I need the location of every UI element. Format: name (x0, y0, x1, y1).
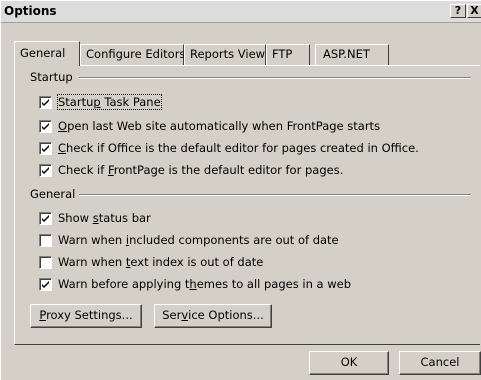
checkbox-box[interactable] (39, 278, 52, 291)
checkbox-box[interactable] (39, 212, 52, 225)
proxy-settings-button[interactable]: Proxy Settings... (30, 304, 142, 328)
checkbox-label: Check if FrontPage is the default editor… (58, 163, 344, 177)
checkbox-label: Warn when included components are out of… (58, 233, 339, 247)
close-button[interactable]: X (467, 4, 481, 18)
check-icon (42, 215, 49, 222)
tab-label: FTP (272, 47, 293, 61)
close-icon: X (470, 4, 479, 17)
tab-configure-editors[interactable]: Configure Editors (80, 44, 186, 65)
checkbox-label: Warn before applying themes to all pages… (58, 277, 352, 291)
check-icon (42, 99, 49, 106)
checkbox-box[interactable] (39, 142, 52, 155)
check-icon (42, 123, 49, 130)
tab-general[interactable]: General (14, 41, 80, 66)
cancel-button[interactable]: Cancel (399, 351, 481, 375)
startup-divider (79, 77, 471, 79)
tab-reports-view[interactable]: Reports View (184, 44, 266, 65)
tab-label: ASP.NET (323, 47, 370, 61)
general-divider (77, 194, 471, 196)
general-group-label: General (30, 187, 80, 201)
help-icon: ? (454, 4, 462, 17)
check-icon (42, 167, 49, 174)
startup-group-label: Startup (30, 70, 77, 84)
checkbox-box[interactable] (39, 164, 52, 177)
checkbox-label: Check if Office is the default editor fo… (58, 141, 419, 155)
service-options-button[interactable]: Service Options... (154, 304, 272, 328)
checkbox-box[interactable] (39, 234, 52, 247)
title-bar: Options ? X (1, 1, 481, 23)
checkbox-label: Startup Task Pane (57, 94, 162, 110)
options-dialog: Options ? X General Configure Editors Re… (0, 0, 481, 380)
check-icon (42, 145, 49, 152)
tab-ftp[interactable]: FTP (266, 44, 310, 65)
checkbox-label: Show status bar (58, 211, 151, 225)
tab-label: Reports View (190, 47, 266, 61)
dialog-title: Options (4, 4, 57, 18)
checkbox-box[interactable] (39, 256, 52, 269)
tab-aspnet[interactable]: ASP.NET (315, 44, 389, 65)
tab-label: General (20, 46, 66, 60)
ok-button[interactable]: OK (309, 351, 389, 375)
tab-label: Configure Editors (86, 47, 186, 61)
checkbox-label: Open last Web site automatically when Fr… (58, 119, 381, 133)
check-icon (42, 281, 49, 288)
checkbox-box[interactable] (39, 120, 52, 133)
checkbox-box[interactable] (39, 96, 52, 109)
checkbox-label: Warn when text index is out of date (58, 255, 264, 269)
help-button[interactable]: ? (450, 4, 466, 18)
